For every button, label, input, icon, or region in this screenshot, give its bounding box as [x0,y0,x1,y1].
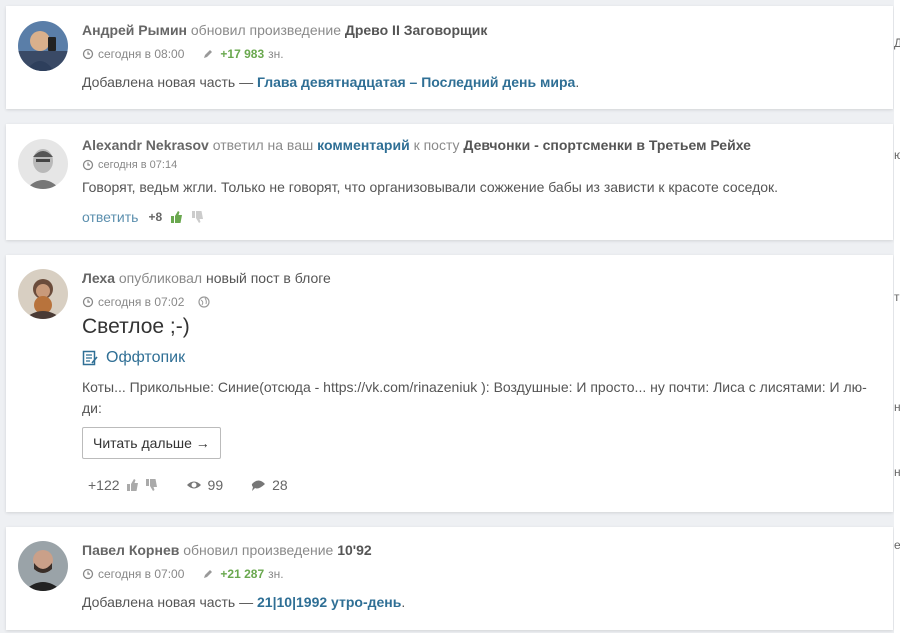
category-label: Оффтопик [106,349,186,366]
char-count: +21 287 [220,567,265,581]
category-link[interactable]: Оффтопик [82,349,877,367]
sidebar-fragment: ю [894,148,900,162]
category-icon [82,350,98,366]
meta-row: сегодня в 07:02 [82,295,877,309]
comment-icon[interactable] [251,479,266,492]
action-text: опубликовал [118,270,203,286]
sidebar-fragment: н [894,465,900,479]
author-link[interactable]: Alexandr Nekrasov [82,137,209,153]
chapter-link[interactable]: Глава девятнадцатая – Последний день мир… [257,74,575,90]
thumb-up-icon[interactable] [126,479,139,491]
comment-score: +8 [148,210,163,224]
comment-link[interactable]: комментарий [317,137,410,153]
update-suffix: . [575,74,580,90]
thumb-down-icon[interactable] [145,479,158,491]
headline: Леха опубликовал новый пост в блоге [82,270,877,286]
clock-icon [82,296,94,308]
char-unit: зн. [268,47,284,61]
timestamp: сегодня в 07:00 [98,567,185,581]
pencil-icon [204,570,213,578]
thumb-up-icon[interactable] [170,211,183,223]
meta-row: сегодня в 07:14 [82,159,877,171]
action-text: обновил произведение [190,22,341,38]
timestamp: сегодня в 07:02 [98,295,185,309]
author-link[interactable]: Павел Корнев [82,542,179,558]
update-prefix: Добавлена новая часть — [82,594,254,610]
feed-item-3: Леха опубликовал новый пост в блоге сего… [6,255,893,512]
comments-count[interactable]: 28 [272,477,288,493]
post-title[interactable]: Светлое ;-) [82,315,877,339]
post-rating: +122 [88,477,120,493]
sidebar-fragment: н [894,400,900,414]
feed-item-1: Андрей Рымин обновил произведение Древо … [6,6,893,109]
comment-text: Говорят, ведьм жгли. Только не говорят, … [82,179,779,195]
thumb-down-icon[interactable] [191,211,204,223]
feed-item-2: Alexandr Nekrasov ответил на ваш коммент… [6,124,893,240]
headline: Alexandr Nekrasov ответил на ваш коммент… [82,137,877,153]
read-more-button[interactable]: Читать дальше → [82,427,221,459]
headline: Павел Корнев обновил произведение 10'92 [82,542,877,558]
char-unit: зн. [268,567,284,581]
avatar[interactable] [18,139,68,189]
post-link[interactable]: Девчонки - спортсменки в Третьем Рейхе [463,137,751,153]
comment-actions: ответить +8 [82,209,877,225]
clock-icon [82,568,94,580]
action-tail: новый пост в блоге [206,270,331,286]
post-excerpt: Коты... Прикольные: Синие(отсюда - https… [82,379,867,416]
post-stats: +122 99 28 [82,477,877,493]
pencil-icon [204,50,213,58]
globe-icon [198,296,211,308]
action-text: ответил на ваш [212,137,314,153]
sidebar-fragment: т [894,290,900,304]
feed-item-4: Павел Корнев обновил произведение 10'92 … [6,527,893,630]
action-mid: к посту [413,137,460,153]
update-text: Добавлена новая часть — 21|10|1992 утро-… [82,594,877,610]
sidebar-fragment: е [894,538,900,552]
char-count: +17 983 [220,47,265,61]
action-text: обновил произведение [183,542,334,558]
update-text: Добавлена новая часть — Глава девятнадца… [82,74,877,90]
meta-row: сегодня в 07:00 +21 287 зн. [82,567,877,581]
right-sidebar-edge: Д ю т н н е [894,0,900,633]
avatar[interactable] [18,21,68,71]
author-link[interactable]: Леха [82,270,115,286]
avatar[interactable] [18,541,68,591]
clock-icon [82,48,94,60]
views-count: 99 [207,477,224,493]
chapter-link[interactable]: 21|10|1992 утро-день [257,594,401,610]
timestamp: сегодня в 07:14 [98,159,178,171]
eye-icon [186,481,201,489]
timestamp: сегодня в 08:00 [98,47,185,61]
meta-row: сегодня в 08:00 +17 983 зн. [82,47,877,61]
clock-icon [82,159,94,171]
author-link[interactable]: Андрей Рымин [82,22,187,38]
headline: Андрей Рымин обновил произведение Древо … [82,22,877,38]
avatar[interactable] [18,269,68,319]
sidebar-fragment: Д [894,36,900,50]
work-link[interactable]: Древо II Заговорщик [345,22,488,38]
work-link[interactable]: 10'92 [337,542,371,558]
update-prefix: Добавлена новая часть — [82,74,254,90]
reply-link[interactable]: ответить [82,209,138,225]
update-suffix: . [401,594,406,610]
